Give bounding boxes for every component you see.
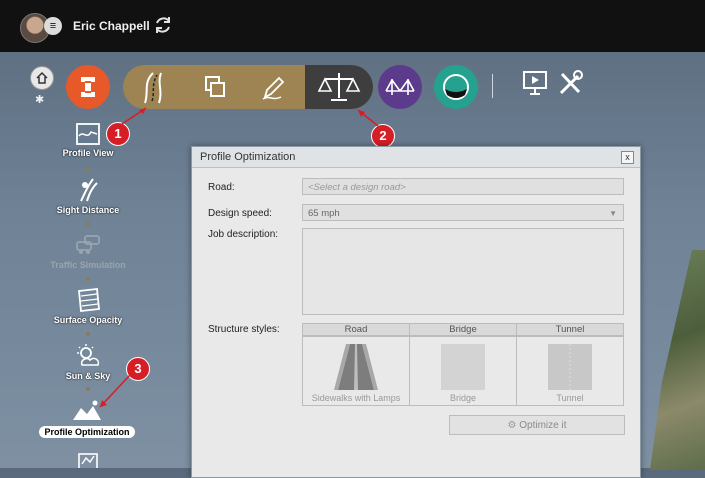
tunnel-style-header: Tunnel	[516, 323, 624, 336]
traffic-simulation-icon	[76, 235, 100, 254]
sidebar-item-next[interactable]	[38, 452, 138, 468]
road-style-option[interactable]: Sidewalks with Lamps	[302, 336, 410, 406]
profile-optimization-icon	[73, 400, 101, 420]
profile-optimization-dialog: Profile Optimization x Road: <Select a d…	[191, 146, 641, 478]
chevron-down-icon: ▼	[609, 209, 617, 218]
separator-dot	[86, 332, 90, 336]
design-speed-value: 65 mph	[308, 208, 340, 219]
separator-dot	[86, 277, 90, 281]
optimize-label: Optimize it	[519, 420, 567, 431]
sidebar-item-surface-opacity[interactable]: Surface Opacity	[38, 287, 138, 325]
sidebar-item-label: Profile View	[62, 148, 114, 158]
sidebar-item-label: Surface Opacity	[53, 315, 123, 325]
sidebar-item-sun-sky[interactable]: Sun & Sky	[38, 343, 138, 381]
road-select[interactable]: <Select a design road>	[302, 178, 624, 195]
sidebar-item-label: Sun & Sky	[65, 371, 111, 381]
design-speed-select[interactable]: 65 mph ▼	[302, 204, 624, 221]
bridge-style-caption: Bridge	[449, 393, 476, 403]
profile-view-icon	[76, 123, 100, 145]
road-lamps-thumbnail	[334, 344, 378, 390]
sidebar-item-label: Sight Distance	[56, 205, 120, 215]
road-label: Road:	[208, 182, 235, 193]
bridge-thumbnail	[441, 344, 485, 390]
separator-dot	[86, 167, 90, 171]
sun-sky-icon	[77, 344, 100, 366]
sidebar-item-label: Profile Optimization	[39, 426, 135, 438]
bridge-style-header: Bridge	[409, 323, 517, 336]
dialog-title: Profile Optimization	[200, 151, 296, 163]
tunnel-style-option[interactable]: Tunnel	[516, 336, 624, 406]
dialog-title-bar[interactable]: Profile Optimization x	[192, 147, 640, 168]
design-speed-label: Design speed:	[208, 208, 272, 219]
sidebar-item-profile-view[interactable]: Profile View	[38, 122, 138, 158]
sidebar-item-traffic-simulation: Traffic Simulation	[38, 232, 138, 270]
chart-icon	[78, 453, 98, 468]
sidebar-item-label: Traffic Simulation	[50, 260, 126, 270]
optimize-icon: ⚙	[507, 420, 517, 431]
separator-dot	[86, 222, 90, 226]
sight-distance-icon	[80, 178, 98, 202]
bridge-style-option[interactable]: Bridge	[409, 336, 517, 406]
tunnel-style-caption: Tunnel	[556, 393, 584, 403]
job-description-label: Job description:	[208, 229, 279, 240]
job-description-field[interactable]	[302, 228, 624, 315]
structure-styles-label: Structure styles:	[208, 324, 280, 335]
sidebar-item-sight-distance[interactable]: Sight Distance	[38, 177, 138, 215]
sidebar-item-profile-optimization[interactable]: Profile Optimization	[30, 398, 144, 440]
tunnel-thumbnail	[548, 344, 592, 390]
close-button[interactable]: x	[621, 151, 634, 164]
separator-dot	[86, 387, 90, 391]
optimize-button[interactable]: ⚙ Optimize it	[449, 415, 625, 435]
road-style-header: Road	[302, 323, 410, 336]
road-style-caption: Sidewalks with Lamps	[311, 393, 401, 403]
surface-opacity-icon	[78, 288, 100, 312]
